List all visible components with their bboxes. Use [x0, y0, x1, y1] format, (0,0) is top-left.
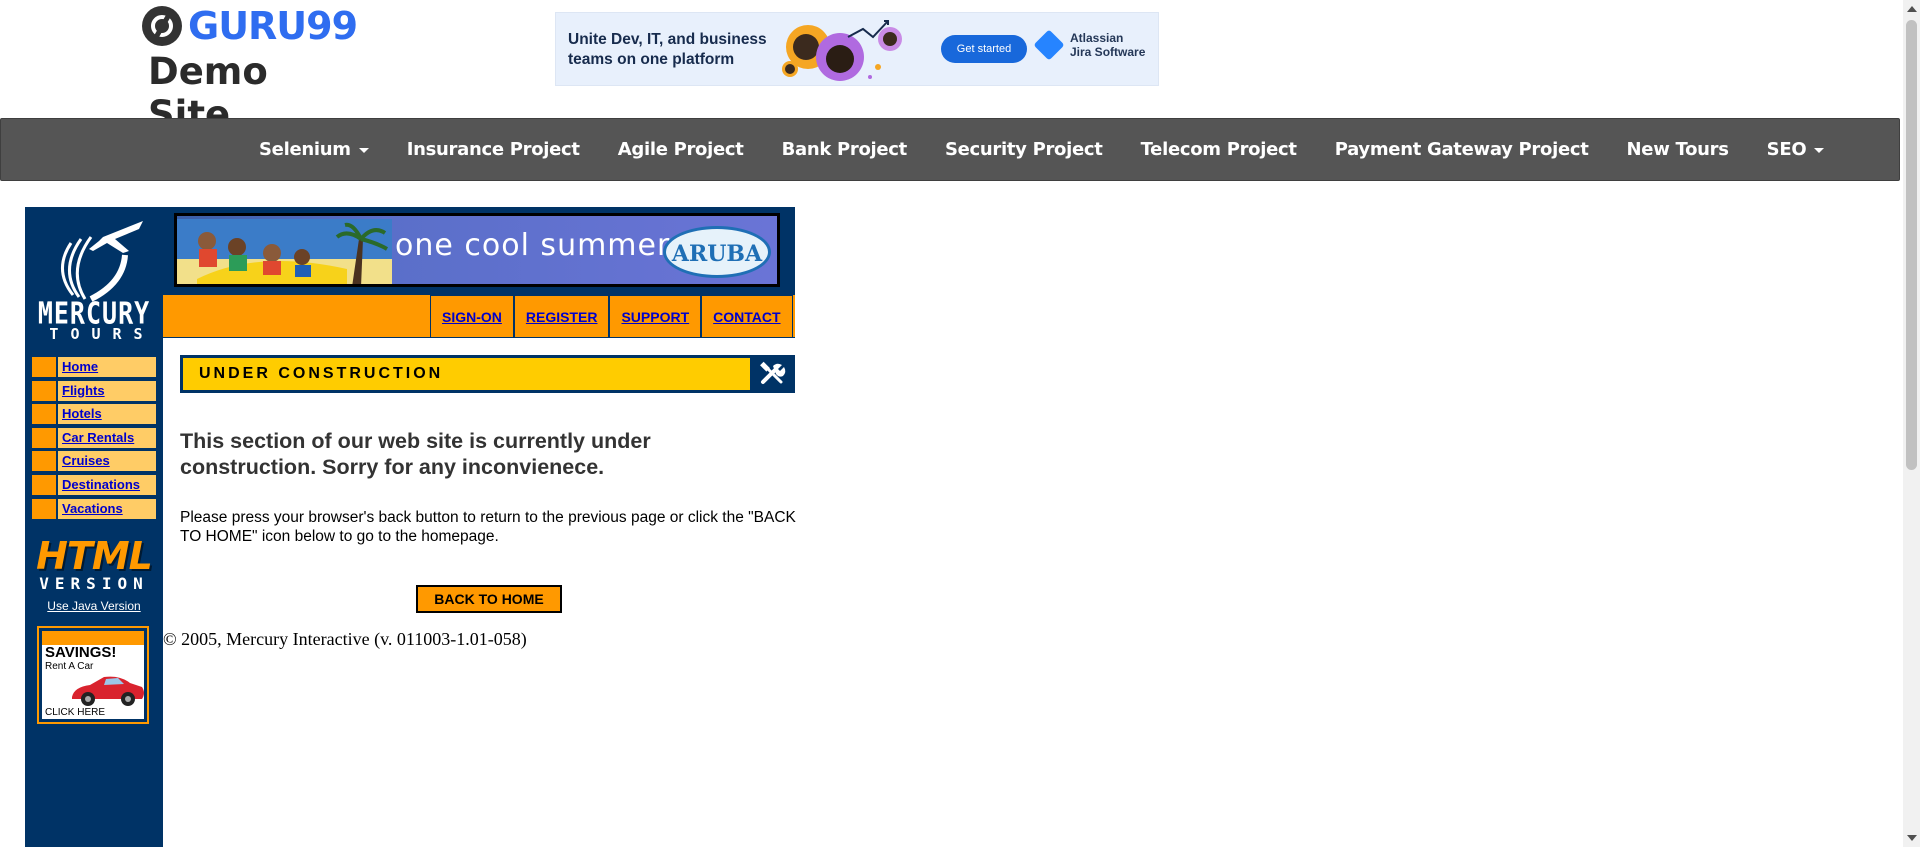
aruba-banner: one cool summer ARUBA	[163, 207, 795, 295]
nav-item-security-project[interactable]: Security Project	[926, 139, 1122, 160]
caret-down-icon	[1814, 147, 1825, 153]
section-title: UNDER CONSTRUCTION	[199, 365, 444, 382]
side-menu-bullet	[32, 404, 58, 425]
side-menu-link[interactable]: Hotels	[58, 404, 156, 425]
nav-item-payment-gateway-project[interactable]: Payment Gateway Project	[1316, 139, 1608, 160]
version-word: VERSION	[39, 574, 149, 593]
savings-click-here: CLICK HERE	[45, 707, 106, 718]
side-menu-item-car-rentals: Car Rentals	[31, 426, 157, 449]
side-menu-bullet	[32, 357, 58, 377]
top-menu-register-link[interactable]: REGISTER	[513, 295, 610, 337]
side-menu-bullet	[32, 427, 58, 448]
nav-item-label: Bank Project	[781, 139, 908, 160]
jira-ad-banner[interactable]: Unite Dev, IT, and business teams on one…	[555, 12, 1159, 86]
side-menu-link[interactable]: Car Rentals	[58, 427, 156, 448]
top-menu-sign-on-link[interactable]: SIGN-ON	[430, 295, 514, 337]
ad-people-illustration	[782, 20, 902, 81]
side-menu-bullet	[32, 380, 58, 401]
side-menu-link[interactable]: Home	[58, 357, 156, 377]
side-menu-item-cruises: Cruises	[31, 450, 157, 473]
copyright: © 2005, Mercury Interactive (v. 011003-1…	[163, 629, 527, 649]
nav-item-label: New Tours	[1626, 139, 1729, 160]
atlassian-brand: Atlassian Jira Software	[1033, 29, 1146, 61]
red-car-icon	[72, 676, 144, 706]
guru99-logo-icon	[142, 6, 182, 46]
scroll-up-arrow-icon[interactable]	[1907, 6, 1917, 12]
vertical-scrollbar[interactable]	[1903, 0, 1920, 847]
side-menu-bullet	[32, 498, 58, 519]
side-menu-link[interactable]: Vacations	[58, 498, 156, 519]
savings-rent-a-car-ad[interactable]: SAVINGS! Rent A Car CLICK HERE	[37, 626, 149, 724]
side-menu: Home Flights Hotels Car Rentals Cruises Desti…	[31, 356, 157, 522]
under-construction-bar: UNDER CONSTRUCTION	[180, 355, 795, 393]
jira-icon	[1033, 29, 1065, 61]
main-nav: Selenium Insurance Project Agile Project Ba…	[0, 118, 1900, 181]
scrollbar-thumb[interactable]	[1906, 20, 1917, 470]
savings-title: SAVINGS!	[45, 644, 117, 661]
top-menu-bar: SIGN-ON REGISTER SUPPORT CONTACT	[163, 295, 795, 338]
side-menu-bullet	[32, 451, 58, 472]
tools-icon	[760, 361, 786, 384]
mercury-sidebar: MERCURY TOURS Home Flights Hotels Car Renta…	[25, 207, 163, 847]
nav-item-label: Agile Project	[617, 139, 744, 160]
nav-item-bank-project[interactable]: Bank Project	[763, 139, 926, 160]
banner-tagline: one cool summer	[395, 228, 671, 263]
logo-name: GURU99	[188, 4, 358, 48]
nav-item-agile-project[interactable]: Agile Project	[599, 139, 763, 160]
nav-item-new-tours[interactable]: New Tours	[1608, 139, 1748, 160]
side-menu-item-hotels: Hotels	[31, 403, 157, 426]
caret-down-icon	[358, 147, 369, 153]
side-menu-bullet	[32, 474, 58, 495]
guru99-logo[interactable]: GURU99 Demo Site	[142, 4, 362, 136]
get-started-button[interactable]: Get started	[941, 35, 1027, 63]
brand-line-1: Atlassian	[1070, 31, 1124, 45]
side-menu-item-home: Home	[31, 356, 157, 378]
brand-line-2: Jira Software	[1070, 45, 1146, 59]
side-menu-item-flights: Flights	[31, 379, 157, 402]
nav-item-label: Selenium	[259, 139, 351, 160]
nav-item-label: Security Project	[944, 139, 1103, 160]
use-java-version-link[interactable]: Use Java Version	[35, 599, 153, 613]
construction-heading: This section of our web site is currentl…	[180, 429, 651, 479]
nav-item-label: Payment Gateway Project	[1334, 139, 1589, 160]
savings-subtitle: Rent A Car	[45, 661, 94, 672]
back-to-home-button[interactable]: BACK TO HOME	[416, 585, 562, 613]
side-menu-item-vacations: Vacations	[31, 497, 157, 520]
nav-item-telecom-project[interactable]: Telecom Project	[1122, 139, 1316, 160]
nav-item-label: SEO	[1766, 139, 1807, 160]
side-menu-link[interactable]: Destinations	[58, 474, 156, 495]
top-menu-contact-link[interactable]: CONTACT	[701, 295, 793, 337]
top-menu-support-link[interactable]: SUPPORT	[609, 295, 702, 337]
scroll-down-arrow-icon[interactable]	[1907, 835, 1917, 841]
nav-item-label: Insurance Project	[406, 139, 580, 160]
banner-people-photo	[177, 219, 392, 284]
side-menu-link[interactable]: Flights	[58, 380, 156, 401]
html-word: HTML	[36, 534, 153, 578]
construction-body: Please press your browser's back button …	[180, 509, 796, 545]
nav-item-insurance-project[interactable]: Insurance Project	[388, 139, 599, 160]
nav-item-selenium[interactable]: Selenium	[240, 139, 388, 160]
side-menu-item-destinations: Destinations	[31, 473, 157, 496]
tours-brand-word: TOURS	[49, 325, 155, 343]
nav-item-seo[interactable]: SEO	[1748, 139, 1844, 160]
html-version-badge: HTML VERSION Use Java Version	[35, 537, 153, 613]
mercury-plane-logo-icon	[61, 221, 143, 302]
aruba-banner-image[interactable]: one cool summer ARUBA	[174, 213, 780, 287]
nav-item-label: Telecom Project	[1140, 139, 1297, 160]
aruba-logo: ARUBA	[663, 226, 771, 278]
side-menu-link[interactable]: Cruises	[58, 451, 156, 472]
ad-text: Unite Dev, IT, and business teams on one…	[568, 31, 767, 68]
aruba-brand: ARUBA	[671, 241, 763, 267]
